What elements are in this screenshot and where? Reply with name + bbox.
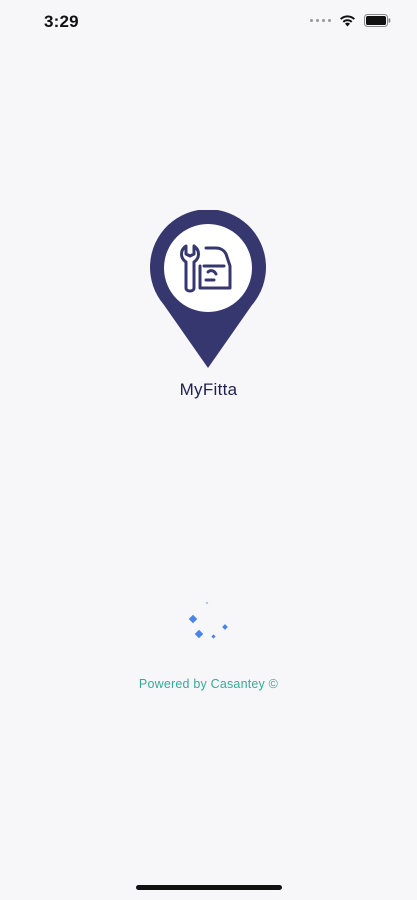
home-indicator[interactable]: [136, 885, 282, 890]
battery-icon: [364, 14, 391, 27]
map-pin-wrench-car-icon: [148, 209, 268, 370]
wifi-icon: [339, 14, 356, 27]
splash-screen: 3:29 MyFitta Powered by Casantey ©: [0, 0, 417, 900]
app-name: MyFitta: [179, 380, 238, 399]
powered-by-text: Powered by Casantey ©: [138, 677, 279, 691]
status-indicators: [310, 14, 391, 27]
signal-icon: [310, 19, 331, 22]
status-time: 3:29: [44, 12, 79, 31]
status-bar: 3:29: [0, 0, 417, 48]
loading-spinner-icon: [184, 601, 232, 646]
